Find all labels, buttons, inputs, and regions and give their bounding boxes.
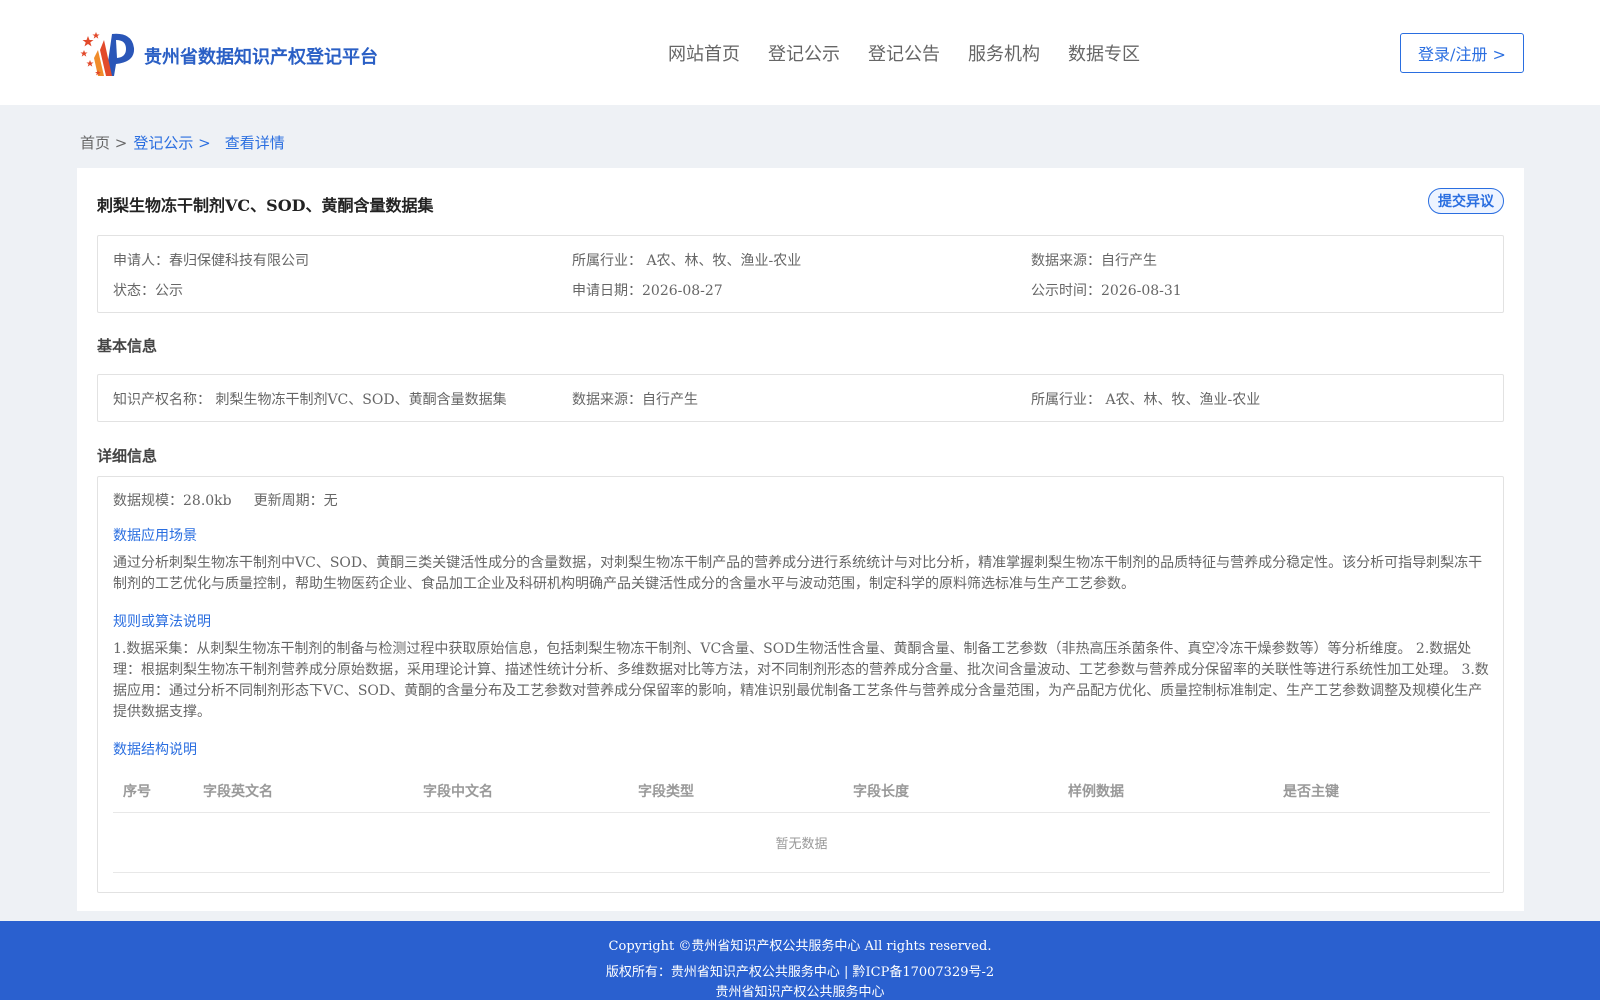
status: 状态：公示 — [113, 283, 183, 299]
col-field-length: 字段长度 — [853, 784, 909, 800]
detail-meta: 数据规模：28.0kb 更新周期：无 — [113, 490, 338, 510]
industry: 所属行业： A农、林、牧、渔业-农业 — [572, 253, 802, 269]
breadcrumb-publicity[interactable]: 登记公示 > — [133, 132, 210, 153]
main-nav: 网站首页 登记公示 登记公告 服务机构 数据专区 — [668, 40, 1140, 66]
basic-data-source: 数据来源：自行产生 — [572, 392, 698, 408]
structure-table-header: 序号 字段英文名 字段中文名 字段类型 字段长度 样例数据 是否主键 — [113, 767, 1490, 813]
table-empty-state: 暂无数据 — [113, 813, 1490, 873]
footer-org: 贵州省知识产权公共服务中心 — [715, 985, 885, 1000]
basic-info-heading: 基本信息 — [97, 337, 158, 355]
col-field-type: 字段类型 — [638, 784, 694, 800]
record-title: 刺梨生物冻干制剂VC、SOD、黄酮含量数据集 — [97, 196, 434, 215]
footer-icp[interactable]: 版权所有：贵州省知识产权公共服务中心 | 黔ICP备17007329号-2 — [0, 961, 1600, 980]
col-chinese-name: 字段中文名 — [423, 784, 493, 800]
scenario-title: 数据应用场景 — [113, 528, 197, 544]
site-footer: Copyright ©贵州省知识产权公共服务中心 All rights rese… — [0, 921, 1600, 1000]
site-header: 贵州省数据知识产权登记平台 网站首页 登记公示 登记公告 服务机构 数据专区 登… — [0, 0, 1600, 105]
summary-box: 申请人：春归保健科技有限公司 所属行业： A农、林、牧、渔业-农业 数据来源：自… — [97, 235, 1504, 313]
col-english-name: 字段英文名 — [203, 784, 273, 800]
detail-info-box: 数据规模：28.0kb 更新周期：无 数据应用场景 通过分析刺梨生物冻干制剂中V… — [97, 476, 1504, 893]
breadcrumb: 首页 > 登记公示 > 查看详情 — [80, 132, 285, 153]
algorithm-text: 1.数据采集：从刺梨生物冻干制剂的制备与检测过程中获取原始信息，包括刺梨生物冻干… — [113, 641, 1489, 720]
breadcrumb-current: 查看详情 — [224, 134, 285, 152]
nav-item-home[interactable]: 网站首页 — [668, 40, 740, 66]
nav-item-service-agencies[interactable]: 服务机构 — [968, 40, 1040, 66]
basic-info-box: 知识产权名称： 刺梨生物冻干制剂VC、SOD、黄酮含量数据集 数据来源：自行产生… — [97, 374, 1504, 422]
basic-industry: 所属行业： A农、林、牧、渔业-农业 — [1031, 392, 1261, 408]
structure-title: 数据结构说明 — [113, 742, 197, 758]
publish-time: 公示时间：2026-08-31 — [1031, 283, 1182, 299]
data-source: 数据来源：自行产生 — [1031, 253, 1157, 269]
apply-date: 申请日期：2026-08-27 — [572, 283, 723, 299]
applicant: 申请人：春归保健科技有限公司 — [113, 253, 309, 269]
update-cycle: 更新周期：无 — [253, 493, 338, 509]
nav-item-registration-announcement[interactable]: 登记公告 — [868, 40, 940, 66]
detail-info-heading: 详细信息 — [97, 447, 158, 465]
nav-item-data-zone[interactable]: 数据专区 — [1068, 40, 1140, 66]
breadcrumb-home[interactable]: 首页 > — [80, 132, 127, 153]
ip-name: 知识产权名称： 刺梨生物冻干制剂VC、SOD、黄酮含量数据集 — [113, 392, 507, 408]
nav-item-registration-publicity[interactable]: 登记公示 — [768, 40, 840, 66]
scenario-text: 通过分析刺梨生物冻干制剂中VC、SOD、黄酮三类关键活性成分的含量数据，对刺梨生… — [113, 555, 1483, 592]
col-index: 序号 — [123, 784, 151, 800]
detail-card: 刺梨生物冻干制剂VC、SOD、黄酮含量数据集 提交异议 申请人：春归保健科技有限… — [77, 168, 1524, 911]
submit-objection-button[interactable]: 提交异议 — [1428, 188, 1504, 214]
data-scale: 数据规模：28.0kb — [113, 493, 232, 509]
platform-logo-icon[interactable] — [80, 28, 138, 78]
algorithm-title: 规则或算法说明 — [113, 614, 211, 630]
col-sample-data: 样例数据 — [1068, 784, 1124, 800]
platform-name[interactable]: 贵州省数据知识产权登记平台 — [144, 43, 378, 69]
login-register-button[interactable]: 登录/注册 > — [1400, 33, 1524, 73]
footer-copyright: Copyright ©贵州省知识产权公共服务中心 All rights rese… — [608, 939, 992, 954]
col-primary-key: 是否主键 — [1283, 784, 1339, 800]
